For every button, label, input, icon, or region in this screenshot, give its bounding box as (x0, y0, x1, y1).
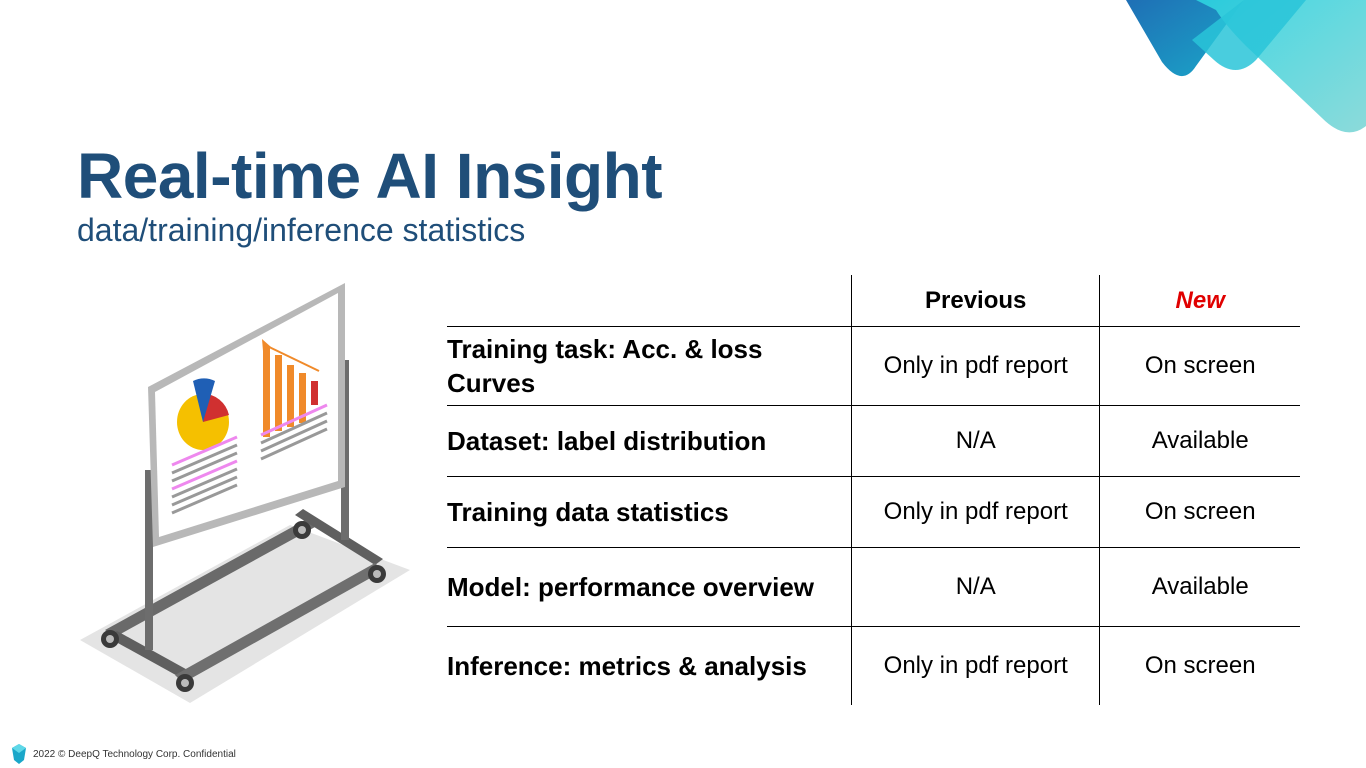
footer-text: 2022 © DeepQ Technology Corp. Confidenti… (33, 748, 236, 760)
new-cell: On screen (1099, 326, 1300, 406)
feature-cell: Inference: metrics & analysis (447, 626, 852, 705)
deepq-logo-icon (12, 744, 26, 764)
new-cell: On screen (1099, 626, 1300, 705)
table-row: Dataset: label distribution N/A Availabl… (447, 405, 1300, 477)
feature-cell: Model: performance overview (447, 547, 852, 627)
previous-cell: Only in pdf report (850, 626, 1100, 705)
corner-decoration (1126, 0, 1366, 133)
feature-cell: Training task: Acc. & loss Curves (447, 326, 852, 406)
whiteboard-chart-illustration (80, 283, 410, 703)
new-cell: Available (1099, 405, 1300, 477)
new-cell: Available (1099, 547, 1300, 627)
header-feature (447, 275, 852, 327)
previous-cell: N/A (850, 405, 1100, 477)
footer: 2022 © DeepQ Technology Corp. Confidenti… (12, 744, 236, 764)
previous-cell: N/A (850, 547, 1100, 627)
table-row: Training data statistics Only in pdf rep… (447, 476, 1300, 548)
comparison-table: Previous New Training task: Acc. & loss … (447, 275, 1300, 705)
new-cell: On screen (1099, 476, 1300, 548)
feature-cell: Dataset: label distribution (447, 405, 852, 477)
table-row: Inference: metrics & analysis Only in pd… (447, 626, 1300, 705)
header-new: New (1099, 275, 1300, 327)
slide-title: Real-time AI Insight (77, 140, 663, 212)
slide-subtitle: data/training/inference statistics (77, 212, 526, 248)
table-row: Model: performance overview N/A Availabl… (447, 547, 1300, 627)
feature-cell: Training data statistics (447, 476, 852, 548)
header-previous: Previous (850, 275, 1100, 327)
previous-cell: Only in pdf report (850, 476, 1100, 548)
previous-cell: Only in pdf report (850, 326, 1100, 406)
table-header-row: Previous New (447, 275, 1300, 327)
table-row: Training task: Acc. & loss Curves Only i… (447, 326, 1300, 406)
